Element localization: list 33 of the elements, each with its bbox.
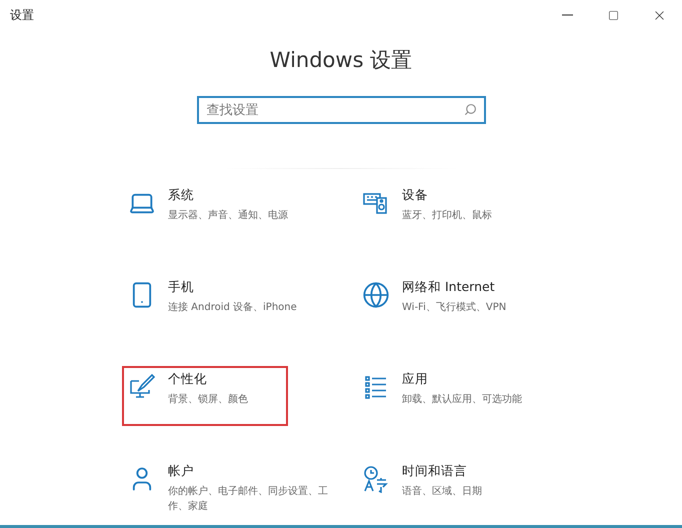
search-field[interactable]: 查找设置 xyxy=(196,96,486,124)
settings-category[interactable]: 手机 连接 Android 设备、iPhone xyxy=(122,274,305,334)
search-icon xyxy=(464,103,476,116)
brush-monitor-icon xyxy=(128,373,156,401)
category-description: 语音、区域、日期 xyxy=(402,484,482,499)
category-title: 设备 xyxy=(402,187,429,204)
globe-icon xyxy=(362,281,390,309)
category-title: 帐户 xyxy=(168,463,195,480)
category-description: 背景、锁屏、颜色 xyxy=(168,392,248,407)
category-title: 网络和 Internet xyxy=(402,279,496,296)
category-description: Wi-Fi、飞行模式、VPN xyxy=(402,300,506,315)
page-heading: Windows 设置 xyxy=(268,47,414,74)
minimize-icon xyxy=(562,14,572,16)
window-title: 设置 xyxy=(10,6,34,24)
category-description: 卸载、默认应用、可选功能 xyxy=(402,392,522,407)
category-title: 个性化 xyxy=(168,371,208,388)
settings-category[interactable]: 时间和语言 语音、区域、日期 xyxy=(356,458,522,518)
category-title: 时间和语言 xyxy=(402,463,468,480)
category-title: 应用 xyxy=(402,371,429,388)
settings-category[interactable]: 帐户 你的帐户、电子邮件、同步设置、工作、家庭 xyxy=(122,458,346,518)
category-title: 系统 xyxy=(168,187,195,204)
settings-category[interactable]: 系统 显示器、声音、通知、电源 xyxy=(122,182,296,242)
maximize-icon xyxy=(608,10,618,20)
settings-category[interactable]: 网络和 Internet Wi-Fi、飞行模式、VPN xyxy=(356,274,522,334)
settings-category[interactable]: 应用 卸载、默认应用、可选功能 xyxy=(356,366,530,426)
clock-language-icon xyxy=(362,465,390,493)
category-description: 显示器、声音、通知、电源 xyxy=(168,208,288,223)
category-description: 蓝牙、打印机、鼠标 xyxy=(402,208,492,223)
category-description: 连接 Android 设备、iPhone xyxy=(168,300,297,315)
settings-category[interactable]: 设备 蓝牙、打印机、鼠标 xyxy=(356,182,522,242)
category-description: 你的帐户、电子邮件、同步设置、工作、家庭 xyxy=(168,484,329,514)
settings-category[interactable]: 个性化 背景、锁屏、颜色 xyxy=(122,366,288,426)
category-title: 手机 xyxy=(168,279,195,296)
